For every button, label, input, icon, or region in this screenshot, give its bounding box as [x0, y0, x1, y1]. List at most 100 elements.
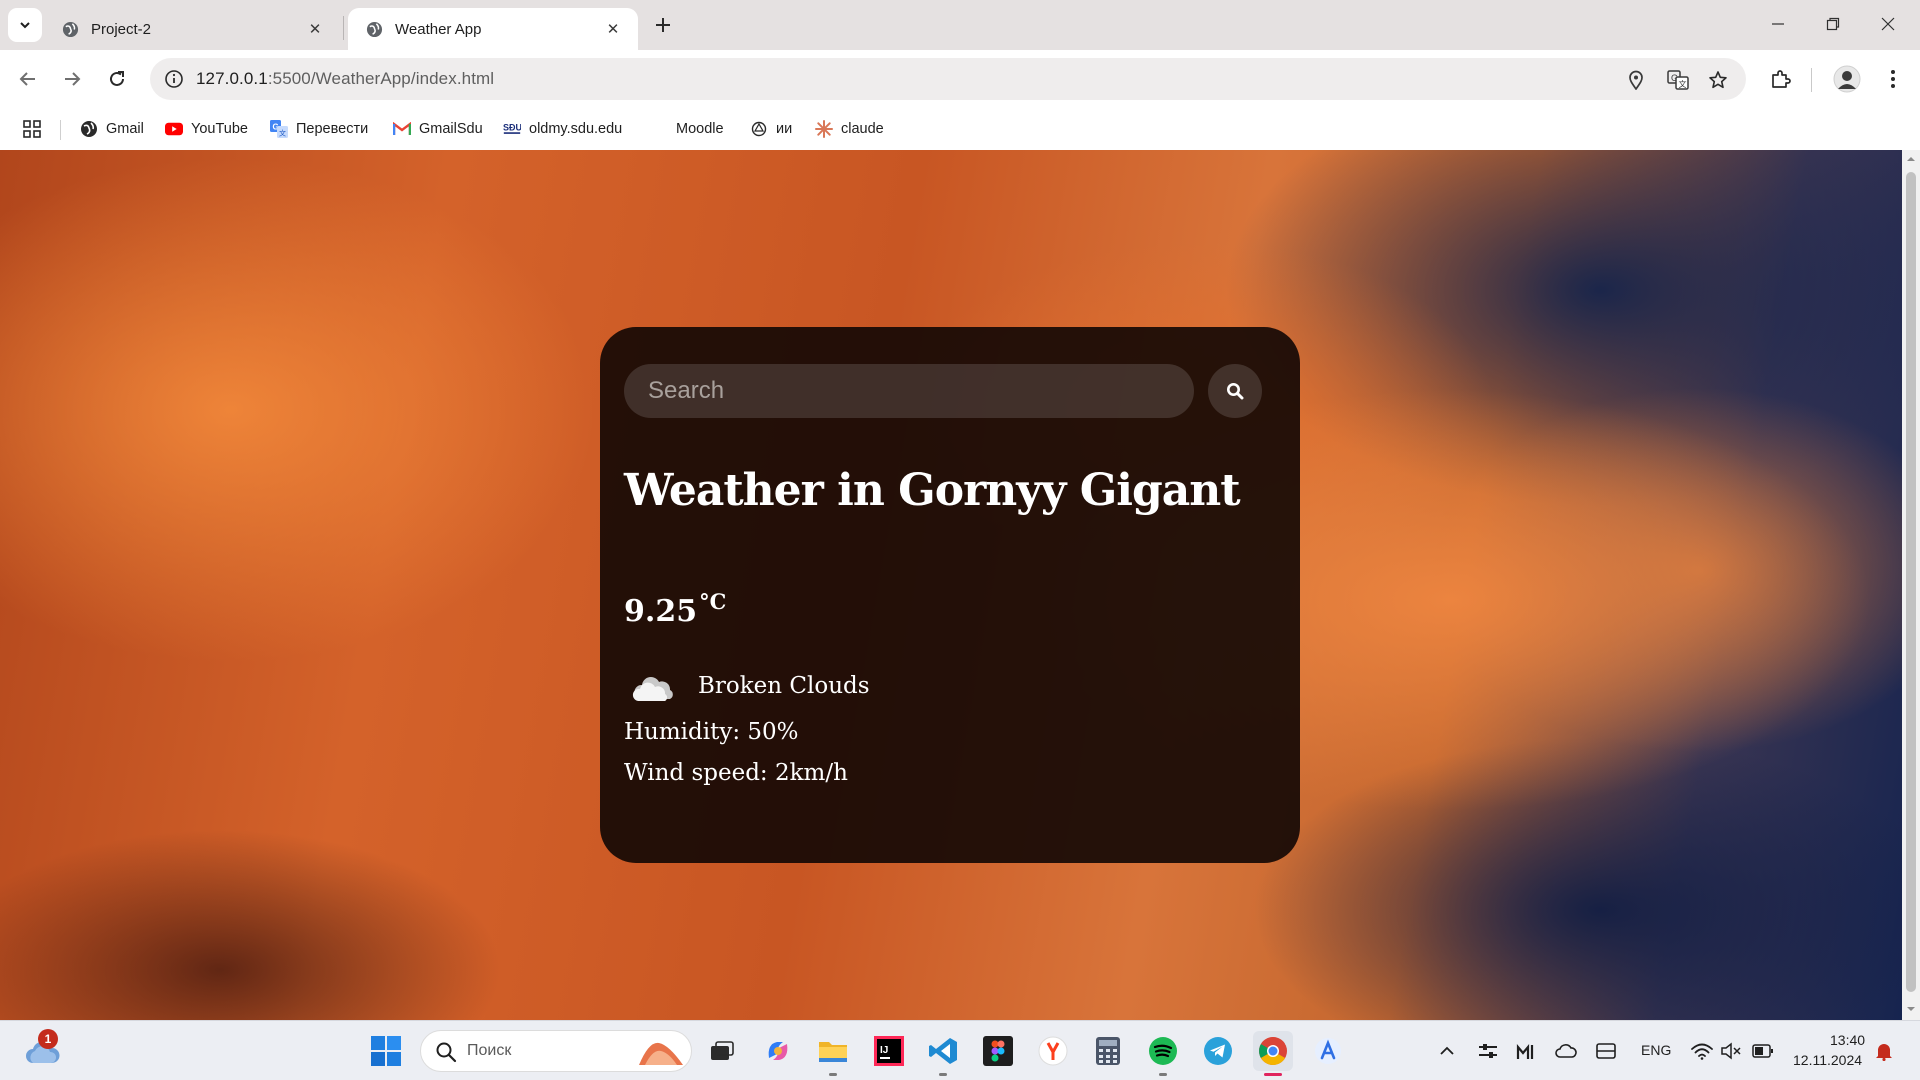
bookmark-oldmy-sdu[interactable]: SĐU oldmy.sdu.edu [503, 116, 622, 142]
running-indicator [1159, 1073, 1167, 1076]
svg-text:IJ: IJ [880, 1045, 888, 1056]
scroll-up-arrow-icon[interactable] [1906, 154, 1916, 164]
gmail-icon [393, 120, 411, 138]
bookmark-gmailsdu[interactable]: GmailSdu [393, 116, 483, 142]
bookmark-star-icon[interactable] [1706, 68, 1730, 92]
extensions-icon[interactable] [1766, 64, 1796, 94]
windows-start-icon[interactable] [370, 1035, 402, 1067]
bookmark-claude[interactable]: claude [815, 116, 884, 142]
wifi-icon[interactable] [1690, 1039, 1714, 1063]
openai-icon [750, 120, 768, 138]
browser-toolbar: 127.0.0.1:5500/WeatherApp/index.html G文 [0, 50, 1920, 108]
new-tab-button[interactable] [648, 10, 678, 40]
temperature-value: 9.25 [624, 594, 698, 629]
battery-icon[interactable] [1751, 1039, 1775, 1063]
toolbar-divider [1811, 68, 1812, 92]
search-icon [436, 1042, 457, 1063]
apps-grid-icon[interactable] [20, 117, 44, 141]
translate-icon[interactable]: G文 [1666, 68, 1690, 92]
close-window-button[interactable] [1866, 6, 1910, 42]
svg-text:SĐU: SĐU [503, 123, 521, 133]
tab-search-button[interactable] [8, 8, 42, 42]
bookmark-label: Перевести [296, 121, 369, 137]
settings-toggle-icon[interactable] [1476, 1039, 1500, 1063]
close-icon [1881, 17, 1895, 31]
globe-icon [80, 120, 98, 138]
calculator-icon[interactable] [1088, 1031, 1128, 1071]
yandex-browser-icon[interactable] [1033, 1031, 1073, 1071]
address-bar[interactable]: 127.0.0.1:5500/WeatherApp/index.html G文 [150, 58, 1746, 100]
tab-divider [343, 16, 344, 40]
chrome-icon[interactable] [1253, 1031, 1293, 1071]
notification-badge: 1 [38, 1029, 58, 1049]
media-bars-icon[interactable] [1514, 1039, 1538, 1063]
figma-icon[interactable] [978, 1031, 1018, 1071]
bookmark-ai[interactable]: ии [750, 116, 792, 142]
tab-weather-app[interactable]: Weather App ✕ [348, 8, 638, 50]
task-view-icon[interactable] [702, 1031, 742, 1071]
notification-bell-icon[interactable] [1874, 1041, 1894, 1061]
bookmark-label: YouTube [191, 121, 248, 137]
close-icon[interactable]: ✕ [602, 18, 624, 40]
file-explorer-icon[interactable] [813, 1031, 853, 1071]
app-store-icon[interactable] [1308, 1031, 1348, 1071]
bookmark-gmail[interactable]: Gmail [80, 116, 144, 142]
back-button[interactable] [12, 63, 44, 95]
location-icon[interactable] [1624, 68, 1648, 92]
cloud-icon [632, 677, 673, 701]
scrollbar-thumb[interactable] [1906, 172, 1916, 992]
display-icon[interactable] [1594, 1039, 1618, 1063]
onedrive-cloud-icon[interactable] [1554, 1039, 1578, 1063]
city-title: Weather in Gornyy Gigant [624, 465, 1241, 516]
running-indicator [829, 1073, 837, 1076]
humidity-text: Humidity: 50% [624, 719, 799, 745]
tab-title: Weather App [395, 20, 482, 38]
bookmark-translate[interactable]: G文 Перевести [270, 116, 368, 142]
bookmark-moodle[interactable]: Moodle [676, 116, 724, 142]
tab-strip: Project-2 ✕ Weather App ✕ [0, 0, 1920, 50]
url-host: 127.0.0.1 [196, 69, 268, 88]
temperature: 9.25°C [624, 589, 726, 629]
minimize-button[interactable] [1756, 6, 1800, 42]
bookmark-youtube[interactable]: YouTube [165, 116, 248, 142]
forward-button[interactable] [56, 63, 88, 95]
restore-button[interactable] [1811, 6, 1855, 42]
wind-speed-text: Wind speed: 2km/h [624, 760, 848, 786]
plus-icon [656, 18, 670, 32]
weather-condition: Broken Clouds [698, 673, 870, 699]
bookmarks-bar: Gmail YouTube G文 Перевести GmailSdu SĐU … [0, 108, 1920, 150]
chevron-up-icon[interactable] [1437, 1041, 1457, 1061]
chevron-down-icon [20, 22, 30, 29]
copilot-icon[interactable] [758, 1031, 798, 1071]
bookmark-label: Moodle [676, 121, 724, 137]
globe-icon [62, 21, 79, 38]
jetbrains-icon[interactable]: IJ [869, 1031, 909, 1071]
close-icon[interactable]: ✕ [304, 18, 326, 40]
clock-time[interactable]: 13:40 [1830, 1032, 1865, 1048]
vscode-icon[interactable] [923, 1031, 963, 1071]
telegram-icon[interactable] [1198, 1031, 1238, 1071]
bookmark-label: claude [841, 121, 884, 137]
volume-muted-icon[interactable] [1719, 1039, 1743, 1063]
tab-title: Project-2 [91, 20, 152, 38]
scroll-down-arrow-icon[interactable] [1906, 1004, 1916, 1014]
reload-button[interactable] [101, 63, 133, 95]
page-scrollbar[interactable] [1902, 150, 1920, 1020]
svg-text:文: 文 [1679, 79, 1687, 89]
tab-project-2[interactable]: Project-2 ✕ [44, 8, 340, 50]
profile-avatar-icon[interactable] [1832, 64, 1862, 94]
site-info-icon[interactable] [162, 67, 186, 91]
search-button[interactable] [1208, 364, 1262, 418]
restore-icon [1826, 17, 1840, 31]
spotify-icon[interactable] [1143, 1031, 1183, 1071]
bookmarks-divider [60, 120, 61, 140]
page-background: Weather in Gornyy Gigant 9.25°C Broken C… [0, 150, 1902, 1020]
taskbar-search[interactable]: Поиск [420, 1030, 692, 1072]
temperature-unit: °C [699, 589, 727, 614]
kebab-menu-icon[interactable] [1878, 64, 1908, 94]
clock-date[interactable]: 12.11.2024 [1793, 1052, 1862, 1068]
search-input[interactable] [624, 364, 1194, 418]
claude-icon [815, 120, 833, 138]
url-text[interactable]: 127.0.0.1:5500/WeatherApp/index.html [196, 69, 494, 89]
language-indicator[interactable]: ENG [1641, 1042, 1671, 1058]
